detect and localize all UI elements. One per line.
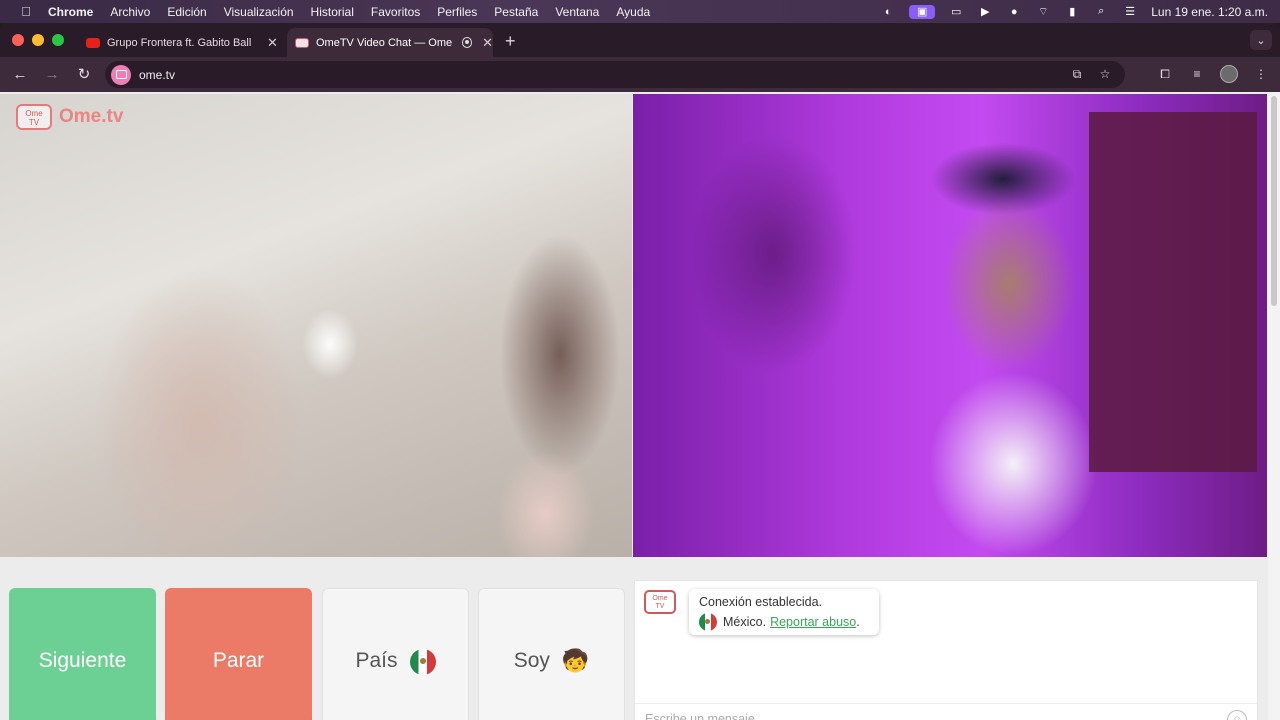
search-icon[interactable]: ⌕ — [1093, 5, 1109, 19]
logo-wordmark: Ome.tv — [59, 106, 124, 127]
profile-avatar[interactable] — [1220, 65, 1238, 83]
menu-historial[interactable]: Historial — [311, 5, 354, 19]
clock[interactable]: Lun 19 ene. 1:20 a.m. — [1151, 5, 1268, 19]
wifi-icon[interactable]: ⌔ — [1035, 5, 1051, 19]
new-tab-icon[interactable]: + — [505, 31, 516, 52]
connection-status: Conexión establecida. — [699, 595, 822, 609]
emoji-picker-icon[interactable]: ☺ — [1227, 710, 1247, 720]
message-input-row: ☺ — [635, 703, 1257, 720]
country-button[interactable]: País — [322, 588, 469, 720]
menu-perfiles[interactable]: Perfiles — [437, 5, 477, 19]
message-input[interactable] — [645, 711, 1205, 720]
tab-search-icon[interactable]: ⌄ — [1250, 30, 1272, 50]
extensions-icon[interactable]: ⧠ — [1156, 65, 1174, 83]
menu-ayuda[interactable]: Ayuda — [616, 5, 650, 19]
report-suffix: . — [856, 615, 860, 629]
stop-button[interactable]: Parar — [165, 588, 312, 720]
media-control-icon[interactable]: ≡ — [1188, 65, 1206, 83]
close-tab-icon[interactable]: ✕ — [267, 35, 278, 51]
tab-youtube[interactable]: Grupo Frontera ft. Gabito Ball ✕ — [78, 28, 284, 57]
page-content: Ome TV Ome.tv Siguiente Parar País Soy 🧒… — [0, 92, 1280, 720]
control-center-icon[interactable]: ☰ — [1122, 5, 1138, 19]
country-button-label: País — [355, 649, 398, 672]
recording-icon — [461, 37, 473, 48]
ometv-logo[interactable]: Ome TV Ome.tv — [16, 104, 123, 130]
partner-country: México. — [723, 615, 767, 629]
menu-pestana[interactable]: Pestaña — [494, 5, 538, 19]
report-abuse-link[interactable]: Reportar abuso — [770, 615, 856, 629]
remote-video — [633, 94, 1267, 557]
system-message: Conexión establecida. México. Reportar a… — [689, 589, 879, 635]
next-button-label: Siguiente — [38, 649, 127, 672]
screen-mirroring-icon[interactable]: ▣ — [909, 4, 936, 19]
vpn-icon[interactable]: ◐ — [880, 5, 896, 19]
back-icon[interactable]: ← — [11, 65, 29, 83]
battery-icon[interactable]: ▮ — [1064, 5, 1080, 19]
reload-icon[interactable]: ↻ — [75, 65, 93, 83]
close-tab-icon[interactable]: ✕ — [482, 35, 493, 51]
close-window-button[interactable] — [12, 34, 24, 46]
tab-title: Grupo Frontera ft. Gabito Ball — [107, 36, 252, 49]
tab-title: OmeTV Video Chat — Ome — [316, 36, 453, 49]
install-app-icon[interactable]: ⧉ — [1069, 66, 1085, 82]
apple-icon[interactable]:  — [17, 4, 35, 19]
menu-chrome[interactable]: Chrome — [48, 5, 93, 19]
chat-panel: Ome TV Conexión establecida. México. Rep… — [634, 580, 1258, 720]
menu-ventana[interactable]: Ventana — [555, 5, 599, 19]
zoom-window-button[interactable] — [52, 34, 64, 46]
scrollbar-thumb[interactable] — [1271, 96, 1277, 306]
local-video: Ome TV Ome.tv — [0, 94, 632, 557]
gender-button-label: Soy — [513, 649, 550, 672]
address-bar[interactable]: ome.tv ⧉ ☆ — [105, 61, 1125, 88]
gender-button[interactable]: Soy 🧒 — [478, 588, 625, 720]
toolbar-actions: ⧠ ≡ ⋮ — [1142, 65, 1270, 83]
mexico-flag-icon — [409, 647, 436, 675]
background-door — [1089, 112, 1257, 472]
menu-edicion[interactable]: Edición — [167, 5, 206, 19]
status-area: ◐ ▣ ▭ ▶ ● ⌔ ▮ ⌕ ☰ Lun 19 ene. 1:20 a.m. — [880, 0, 1280, 23]
macos-menubar:  Chrome Archivo Edición Visualización H… — [0, 0, 1280, 23]
boy-emoji-icon: 🧒 — [561, 648, 590, 673]
forward-icon[interactable]: → — [43, 65, 61, 83]
play-icon[interactable]: ▶ — [977, 5, 993, 19]
bookmark-star-icon[interactable]: ☆ — [1097, 66, 1113, 82]
url-text[interactable]: ome.tv — [139, 68, 175, 82]
page-scrollbar[interactable] — [1268, 92, 1280, 720]
ometv-icon — [295, 37, 309, 48]
menu-favoritos[interactable]: Favoritos — [371, 5, 420, 19]
youtube-icon — [86, 37, 100, 48]
mexico-flag-icon — [699, 613, 717, 631]
partner-country-line: México. Reportar abuso . — [699, 613, 869, 631]
card-icon[interactable]: ▭ — [948, 5, 964, 19]
tab-strip: Grupo Frontera ft. Gabito Ball ✕ OmeTV V… — [0, 23, 1280, 57]
menu-visualizacion[interactable]: Visualización — [224, 5, 294, 19]
minimize-window-button[interactable] — [32, 34, 44, 46]
address-bar-actions: ⧉ ☆ — [1057, 66, 1113, 82]
user-icon[interactable]: ● — [1006, 5, 1022, 19]
site-info-icon[interactable] — [111, 64, 131, 85]
browser-toolbar: ← → ↻ ome.tv ⧉ ☆ ⧠ ≡ ⋮ — [0, 57, 1280, 92]
ometv-chat-icon: Ome TV — [644, 590, 676, 614]
stop-button-label: Parar — [212, 649, 265, 672]
tv-logo-icon: Ome TV — [16, 104, 52, 130]
browser-window: Grupo Frontera ft. Gabito Ball ✕ OmeTV V… — [0, 23, 1280, 720]
next-button[interactable]: Siguiente — [9, 588, 156, 720]
tab-ometv[interactable]: OmeTV Video Chat — Ome ✕ — [287, 28, 493, 57]
more-menu-icon[interactable]: ⋮ — [1252, 65, 1270, 83]
menu-archivo[interactable]: Archivo — [110, 5, 150, 19]
